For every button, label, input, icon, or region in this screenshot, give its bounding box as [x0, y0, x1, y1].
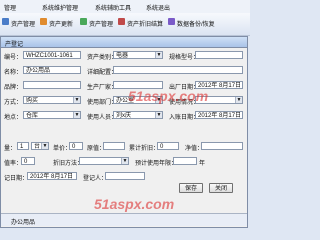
- chevron-down-icon[interactable]: ▼: [235, 97, 242, 103]
- life-label: 预计使用年限：: [135, 161, 178, 167]
- acquire-select[interactable]: 购买 ▼: [23, 96, 81, 104]
- original-field[interactable]: [103, 142, 125, 150]
- menu-item-management[interactable]: 管理: [4, 3, 16, 12]
- toolbar-asset-manage[interactable]: 资产管理: [11, 19, 35, 28]
- net-field[interactable]: [201, 142, 243, 150]
- toolbar-backup[interactable]: 数据备份/恢复: [177, 19, 215, 28]
- asset-manage2-icon: [80, 18, 87, 25]
- spec-field[interactable]: [195, 51, 243, 59]
- watermark-logo-2: 51aspx.com: [94, 196, 175, 212]
- depreciation-icon: [118, 18, 125, 25]
- location-value: 仓库: [26, 113, 39, 119]
- user-value: 刘x庆: [116, 113, 132, 119]
- dialog-titlebar: 产登记: [1, 37, 247, 48]
- toolbar-asset-manage-2[interactable]: 资产管理: [89, 19, 113, 28]
- recorder-field[interactable]: [105, 172, 145, 180]
- recorder-label: 登记人：: [83, 176, 108, 182]
- toolbar-asset-update[interactable]: 资产更新: [49, 19, 73, 28]
- dialog-title: 产登记: [5, 42, 24, 48]
- price-field[interactable]: 0: [69, 142, 83, 150]
- watermark-logo: 51aspx.com: [128, 88, 209, 104]
- total-depr-label: 累计折旧：: [129, 146, 160, 152]
- location-label: 地点：: [4, 115, 23, 121]
- menu-item-system-maintenance[interactable]: 系统维护管理: [42, 3, 78, 12]
- menu-item-system-tools[interactable]: 系统辅助工具: [95, 3, 131, 12]
- chevron-down-icon[interactable]: ▼: [73, 112, 80, 118]
- brand-field[interactable]: [23, 81, 81, 89]
- chevron-down-icon[interactable]: ▼: [155, 52, 162, 58]
- brand-label: 品牌：: [4, 85, 23, 91]
- rate-field[interactable]: 0: [21, 157, 35, 165]
- location-select[interactable]: 仓库 ▼: [23, 111, 81, 119]
- entry-date-value: 2012年 8月17日: [198, 113, 242, 119]
- qty-label: 量：: [4, 146, 17, 152]
- record-date-picker[interactable]: 2012年 8月17日: [27, 172, 77, 180]
- chevron-down-icon[interactable]: ▼: [121, 158, 128, 164]
- rate-label: 值率：: [4, 161, 23, 167]
- toolbar-depreciation[interactable]: 资产折旧结算: [127, 19, 163, 28]
- footer-text: 办公用品: [11, 220, 36, 226]
- category-select[interactable]: 电器 ▼: [113, 51, 163, 59]
- unit-select[interactable]: 台 ▼: [31, 142, 49, 150]
- chevron-down-icon[interactable]: ▼: [73, 97, 80, 103]
- backup-icon: [168, 18, 175, 25]
- category-value: 电器: [116, 53, 129, 59]
- asset-manage-icon: [2, 18, 9, 25]
- acquire-value: 购买: [26, 98, 39, 104]
- qty-field[interactable]: 1: [17, 142, 29, 150]
- toolbar: 资产管理 资产更新 资产管理 资产折旧结算 数据备份/恢复: [0, 13, 250, 36]
- unit-value: 台: [34, 144, 41, 150]
- asset-no-field[interactable]: WHZC1001-1061: [23, 51, 81, 59]
- asset-no-label: 编号：: [4, 55, 23, 61]
- total-depr-field[interactable]: 0: [157, 142, 179, 150]
- years-unit: 年: [199, 161, 206, 167]
- acquire-label: 方式：: [4, 100, 23, 106]
- chevron-down-icon[interactable]: ▼: [155, 112, 162, 118]
- record-date-label: 记日期：: [4, 176, 29, 182]
- close-button[interactable]: 关闭: [209, 183, 233, 193]
- save-button[interactable]: 保存: [179, 183, 203, 193]
- detail-field[interactable]: [113, 66, 243, 74]
- menu-item-exit[interactable]: 系统退出: [146, 3, 170, 12]
- name-field[interactable]: 办公用品: [23, 66, 81, 74]
- name-label: 名称：: [4, 70, 23, 76]
- life-field[interactable]: [173, 157, 197, 165]
- menubar: 管理 系统维护管理 系统辅助工具 系统退出: [0, 0, 250, 14]
- entry-date-picker[interactable]: 2012年 8月17日: [195, 111, 243, 119]
- record-date-value: 2012年 8月17日: [30, 174, 74, 180]
- user-select[interactable]: 刘x庆 ▼: [113, 111, 163, 119]
- asset-update-icon: [40, 18, 47, 25]
- method-select[interactable]: ▼: [79, 157, 129, 165]
- footer-row: 办公用品: [1, 213, 247, 226]
- chevron-down-icon[interactable]: ▼: [41, 143, 48, 149]
